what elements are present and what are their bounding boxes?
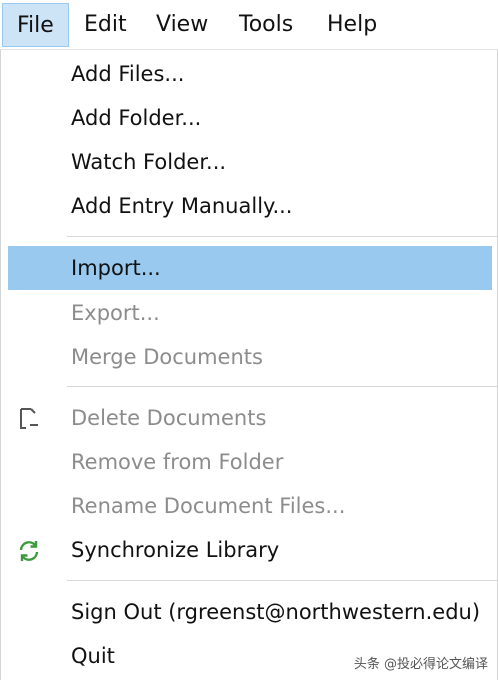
menu-item-label: Synchronize Library <box>71 538 280 562</box>
menu-item-add-entry-manually[interactable]: Add Entry Manually... <box>8 184 492 228</box>
menu-item-remove-from-folder[interactable]: Remove from Folder <box>8 440 492 484</box>
watermark: 头条 @投必得论文编译 <box>353 657 488 672</box>
menu-item-watch-folder[interactable]: Watch Folder... <box>8 140 492 184</box>
menu-item-label: Remove from Folder <box>71 450 284 474</box>
menu-item-add-folder[interactable]: Add Folder... <box>8 96 492 140</box>
menu-item-label: Add Folder... <box>71 106 202 130</box>
menu-item-merge-documents[interactable]: Merge Documents <box>8 335 492 379</box>
menu-separator <box>67 236 497 237</box>
sync-icon <box>16 538 42 564</box>
menu-item-label: Add Entry Manually... <box>71 194 293 218</box>
menu-item-label: Export... <box>71 301 160 325</box>
menu-bar: File Edit View Tools Help <box>0 0 498 50</box>
menu-view[interactable]: View <box>142 3 222 47</box>
menu-separator <box>67 580 497 581</box>
menu-item-delete-documents[interactable]: Delete Documents <box>8 396 492 440</box>
menu-item-label: Add Files... <box>71 62 185 86</box>
menu-item-label: Import... <box>71 256 161 280</box>
menu-item-label: Delete Documents <box>71 406 267 430</box>
menu-item-rename-document-files[interactable]: Rename Document Files... <box>8 484 492 528</box>
menu-item-import[interactable]: Import... <box>8 246 492 290</box>
menu-file[interactable]: File <box>2 3 69 47</box>
menu-item-export[interactable]: Export... <box>8 291 492 335</box>
menu-item-synchronize-library[interactable]: Synchronize Library <box>8 528 492 572</box>
menu-item-sign-out[interactable]: Sign Out (rgreenst@northwestern.edu) <box>8 590 492 634</box>
menu-tools[interactable]: Tools <box>225 3 307 47</box>
delete-document-icon <box>16 406 42 432</box>
menu-item-label: Merge Documents <box>71 345 263 369</box>
menu-help[interactable]: Help <box>313 3 391 47</box>
menu-item-label: Rename Document Files... <box>71 494 346 518</box>
menu-edit[interactable]: Edit <box>70 3 141 47</box>
menu-separator <box>67 386 497 387</box>
menu-item-label: Quit <box>71 644 115 668</box>
menu-item-add-files[interactable]: Add Files... <box>8 52 492 96</box>
menu-item-label: Watch Folder... <box>71 150 227 174</box>
file-dropdown-menu: Add Files... Add Folder... Watch Folder.… <box>0 50 498 680</box>
menu-item-label: Sign Out (rgreenst@northwestern.edu) <box>71 600 481 624</box>
